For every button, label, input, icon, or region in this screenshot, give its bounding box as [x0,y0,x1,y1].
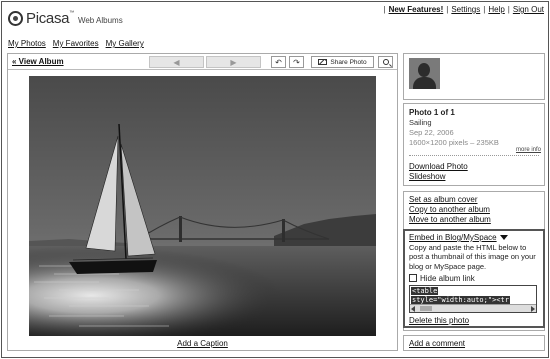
hide-album-link-label: Hide album link [420,273,475,283]
tab-my-favorites[interactable]: My Favorites [53,39,99,48]
magnifier-icon [382,59,389,65]
add-caption-link[interactable]: Add a Caption [177,339,228,348]
sailing-photo[interactable] [29,76,376,336]
arrow-right-icon: ▶ [230,57,237,67]
info-links: Download Photo Slideshow [409,162,468,182]
sign-out-link[interactable]: Sign Out [513,5,544,14]
photo-toolbar: « View Album ◀ ▶ ↶ ↷ Share Photo [8,54,397,70]
photo-count: Photo 1 of 1 [409,108,455,117]
embed-code-line: style="width:auto;"><tr [411,295,510,304]
owner-box [403,53,545,100]
nav-tabs: My Photos My Favorites My Gallery [8,39,144,48]
avatar[interactable] [409,58,440,89]
picasa-logo[interactable]: Picasa™ Web Albums [8,10,123,27]
next-photo-button[interactable]: ▶ [206,56,261,68]
download-photo-link[interactable]: Download Photo [409,162,468,171]
rotate-right-icon: ↷ [293,57,300,67]
photo-name: Sailing [409,118,432,127]
embed-code-field[interactable]: <table style="width:auto;"><tr [409,284,537,313]
sailing-photo-image [29,76,376,336]
envelope-icon [318,59,328,65]
comment-box: Add a comment [403,335,545,351]
photo-date: Sep 22, 2006 [409,128,454,137]
view-album-link[interactable]: « View Album [12,57,64,66]
arrow-left-icon: ◀ [173,57,180,67]
delete-photo-link[interactable]: Delete this photo [409,316,469,325]
embed-description: Copy and paste the HTML below to post a … [409,243,536,271]
hide-album-link-option[interactable]: Hide album link [409,274,539,283]
photo-panel: « View Album ◀ ▶ ↶ ↷ Share Photo Add a C… [7,53,398,351]
rotate-right-button[interactable]: ↷ [289,56,304,68]
separator: | [383,5,386,14]
share-photo-button[interactable]: Share Photo [311,56,374,68]
settings-link[interactable]: Settings [451,5,480,14]
copy-to-album-link[interactable]: Copy to another album [409,205,490,214]
tab-my-photos[interactable]: My Photos [8,39,46,48]
logo-text: Picasa™ [26,10,74,27]
embed-blog-link[interactable]: Embed in Blog/MySpace [409,233,497,242]
tab-my-gallery[interactable]: My Gallery [106,39,144,48]
top-links: | New Features! | Settings | Help | Sign… [384,5,545,14]
delete-area: Delete this photo [409,316,469,325]
move-to-album-link[interactable]: Move to another album [409,215,491,224]
rotate-left-button[interactable]: ↶ [271,56,286,68]
caption-area: Add a Caption [8,339,397,348]
add-comment-link[interactable]: Add a comment [409,339,465,348]
embed-code-text: <table style="width:auto;"><tr [411,286,510,305]
scroll-right-icon[interactable] [531,305,535,312]
separator: | [446,5,449,14]
rotate-left-icon: ↶ [275,57,282,67]
horizontal-scrollbar[interactable] [410,303,536,312]
scroll-left-icon[interactable] [411,305,415,312]
slideshow-link[interactable]: Slideshow [409,172,445,181]
separator: | [507,5,510,14]
embed-header[interactable]: Embed in Blog/MySpace [409,233,539,242]
share-photo-label: Share Photo [330,58,367,66]
triangle-down-icon[interactable] [499,235,508,240]
photo-info-box: Photo 1 of 1 Sailing Sep 22, 2006 1600×1… [403,103,545,186]
separator: | [483,5,486,14]
embed-panel: Embed in Blog/MySpace Copy and paste the… [403,229,545,328]
info-divider [409,155,539,156]
logo-subtitle: Web Albums [77,16,123,25]
embed-code-line: <table [411,286,439,295]
scrollbar-thumb[interactable] [420,305,432,311]
avatar-head [418,63,430,77]
previous-photo-button[interactable]: ◀ [149,56,204,68]
help-link[interactable]: Help [488,5,504,14]
picasa-logo-icon [8,11,23,26]
new-features-link[interactable]: New Features! [389,5,444,14]
zoom-button[interactable] [378,56,393,68]
more-info-link[interactable]: more info [516,147,541,153]
hide-album-link-checkbox[interactable] [409,274,417,283]
set-album-cover-link[interactable]: Set as album cover [409,195,477,204]
avatar-body [413,77,436,89]
photo-dimensions: 1600×1200 pixels – 235KB [409,138,499,147]
